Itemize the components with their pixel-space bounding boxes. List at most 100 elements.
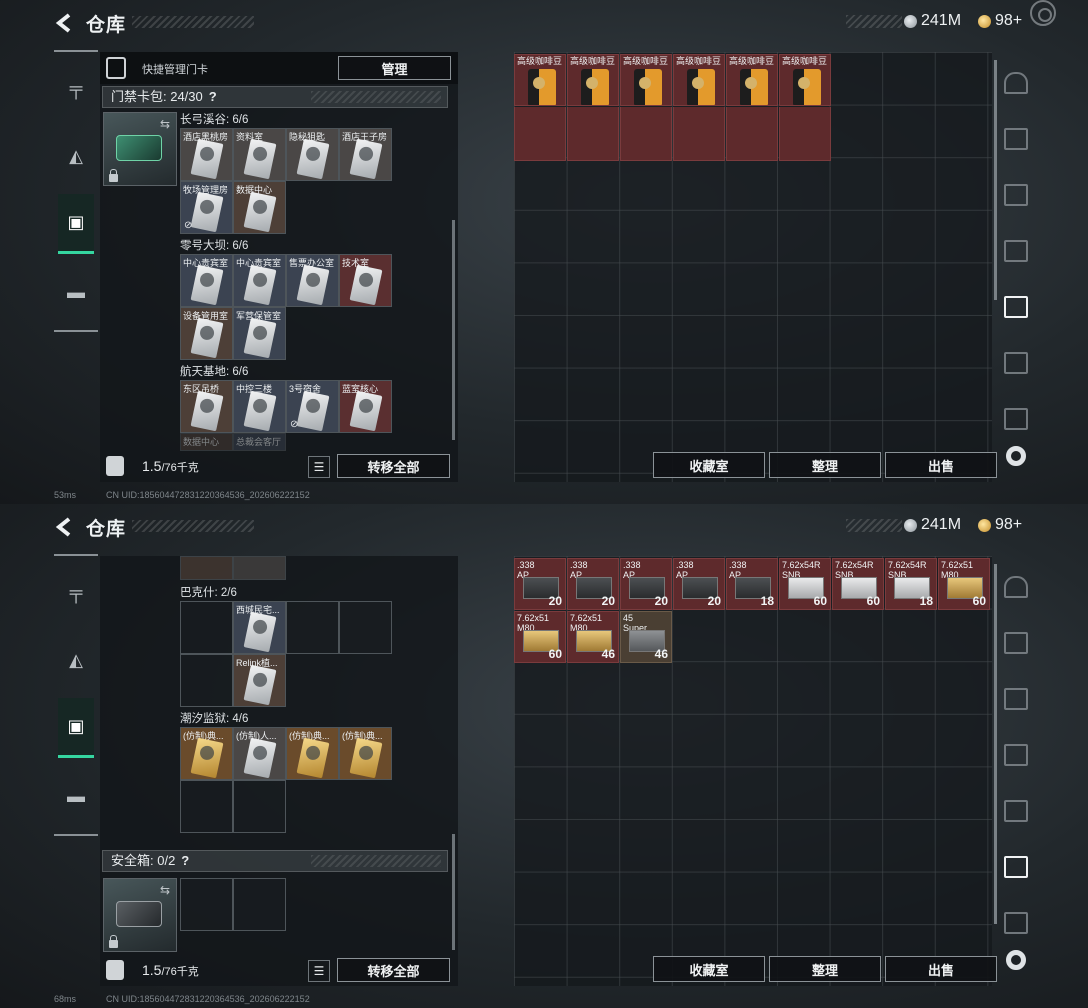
tier5-stash-icon[interactable] [1004, 296, 1028, 318]
list-view-icon[interactable]: ☰ [308, 960, 330, 982]
stash-item[interactable]: 7.62x54R SNB 18 [885, 558, 937, 610]
stash-grid[interactable]: .338 AP 20 .338 AP 20 .338 AP 20 .338 AP 20 … [514, 556, 992, 986]
gun-icon[interactable]: ╤ [58, 562, 94, 622]
keycard-slot[interactable] [180, 556, 233, 580]
stash-item[interactable]: 45 Super 46 [620, 611, 672, 663]
keycard-slot[interactable]: 设备管用室 [180, 307, 233, 360]
transfer-all-button[interactable]: 转移全部 [337, 958, 450, 982]
stash-item[interactable]: 高级咖啡豆 [620, 54, 672, 106]
swap-icon[interactable]: ⇆ [160, 117, 170, 131]
keycard-slot[interactable]: (仿制)典... [339, 727, 392, 780]
keycard-slot[interactable]: (仿制)人... [233, 727, 286, 780]
stash-item[interactable]: 高级咖啡豆 [779, 54, 831, 106]
collection-room-button[interactable]: 收藏室 [653, 452, 765, 478]
stash-item[interactable]: .338 AP 18 [726, 558, 778, 610]
tier3-stash-icon[interactable] [1004, 688, 1028, 710]
keycard-slot[interactable]: 酒店王子房 [339, 128, 392, 181]
stash-item[interactable]: .338 AP 20 [673, 558, 725, 610]
stash-item[interactable]: 7.62x51 M80 60 [514, 611, 566, 663]
settings-gear-icon[interactable] [1006, 950, 1026, 970]
helmet-icon[interactable]: ◭ [58, 630, 94, 690]
keycard-slot[interactable]: 数据中心 [233, 181, 286, 234]
keycard-slot-empty[interactable] [180, 654, 233, 707]
keycard-slot-empty[interactable] [180, 780, 233, 833]
toolbox-icon[interactable]: ▬ [58, 766, 94, 826]
left-scrollbar[interactable] [452, 834, 455, 950]
manage-button[interactable]: 管理 [338, 56, 451, 80]
keycard-slot[interactable]: (仿制)典... [180, 727, 233, 780]
sell-button[interactable]: 出售 [885, 956, 997, 982]
tier3-stash-icon[interactable] [1004, 128, 1028, 150]
stash-item[interactable]: 高级咖啡豆 [514, 54, 566, 106]
keycard-icon[interactable]: ▣ [58, 698, 94, 758]
swap-icon[interactable]: ⇆ [160, 883, 170, 897]
tier4-stash-icon[interactable] [1004, 352, 1028, 374]
tier4-stash-icon[interactable] [1004, 856, 1028, 878]
keycard-slot[interactable]: 中心贵宾室 [180, 254, 233, 307]
left-scrollbar[interactable] [452, 220, 455, 440]
list-view-icon[interactable]: ☰ [308, 456, 330, 478]
tier3-map-icon[interactable] [1004, 744, 1028, 766]
stash-item[interactable]: .338 AP 20 [514, 558, 566, 610]
keycard-bag-device[interactable]: ⇆ [103, 112, 177, 186]
home-icon[interactable] [1004, 72, 1028, 94]
keycard-slot[interactable]: 总裁会客厅 [233, 433, 286, 451]
help-icon[interactable]: ? [209, 87, 217, 107]
tier3-stash-icon[interactable] [1004, 184, 1028, 206]
stash-item[interactable]: 7.62x54R SNB 60 [779, 558, 831, 610]
helmet-icon[interactable]: ◭ [58, 126, 94, 186]
safe-box-device[interactable]: ⇆ [103, 878, 177, 952]
stash-item[interactable]: 高级咖啡豆 [567, 54, 619, 106]
gold-currency[interactable]: 98+ [978, 12, 1022, 30]
keycard-slot[interactable]: 中控三楼 [233, 380, 286, 433]
tier3-map-icon[interactable] [1004, 240, 1028, 262]
keycard-slot[interactable] [233, 556, 286, 580]
collection-room-button[interactable]: 收藏室 [653, 956, 765, 982]
back-arrow-icon[interactable] [54, 13, 76, 33]
keycard-slot[interactable]: 资料室 [233, 128, 286, 181]
gun-icon[interactable]: ╤ [58, 58, 94, 118]
keycard-slot[interactable]: 蓝室核心 [339, 380, 392, 433]
safe-box-slot[interactable] [233, 878, 286, 931]
settings-gear-icon[interactable] [1006, 446, 1026, 466]
keycard-icon[interactable]: ▣ [58, 194, 94, 254]
keycard-slot[interactable]: 西城民宅... [233, 601, 286, 654]
sort-button[interactable]: 整理 [769, 956, 881, 982]
gold-currency[interactable]: 98+ [978, 516, 1022, 534]
safe-box-header[interactable]: 安全箱: 0/2? [102, 850, 448, 872]
keycard-slot[interactable]: Relink植... [233, 654, 286, 707]
tier4-stash-icon[interactable] [1004, 912, 1028, 934]
sell-button[interactable]: 出售 [885, 452, 997, 478]
toolbox-icon[interactable]: ▬ [58, 262, 94, 322]
keycard-slot-empty[interactable] [339, 601, 392, 654]
keycard-slot[interactable]: 中心贵宾室 [233, 254, 286, 307]
sort-button[interactable]: 整理 [769, 452, 881, 478]
keycard-slot-empty[interactable] [286, 601, 339, 654]
tier4-stash-icon[interactable] [1004, 408, 1028, 430]
keycard-bag-header[interactable]: 门禁卡包: 24/30? [102, 86, 448, 108]
tier5-stash-icon[interactable] [1004, 800, 1028, 822]
keycard-slot[interactable]: (仿制)典... [286, 727, 339, 780]
safe-box-slot[interactable] [180, 878, 233, 931]
keycard-slot[interactable]: 数据中心 [180, 433, 233, 451]
keycard-slot[interactable]: 军营保管室 [233, 307, 286, 360]
stash-item[interactable]: 高级咖啡豆 [726, 54, 778, 106]
settings-gear-icon[interactable] [1030, 0, 1056, 26]
right-scrollbar[interactable] [994, 60, 997, 300]
right-scrollbar[interactable] [994, 564, 997, 924]
stash-item[interactable]: .338 AP 20 [620, 558, 672, 610]
tier3-stash-icon[interactable] [1004, 632, 1028, 654]
keycard-slot[interactable]: 酒店黑桃房 [180, 128, 233, 181]
keycard-slot[interactable]: 东区吊桥 [180, 380, 233, 433]
keycard-slot[interactable]: 3号宿舍 ⊘ [286, 380, 339, 433]
home-icon[interactable] [1004, 576, 1028, 598]
help-icon[interactable]: ? [181, 851, 189, 871]
keycard-slot[interactable]: 技术室 [339, 254, 392, 307]
keycard-slot[interactable]: 牧场管理房 ⊘ [180, 181, 233, 234]
transfer-all-button[interactable]: 转移全部 [337, 454, 450, 478]
keycard-slot-empty[interactable] [180, 601, 233, 654]
stash-grid[interactable]: 高级咖啡豆 高级咖啡豆 高级咖啡豆 高级咖啡豆 高级咖啡豆 高级咖啡豆 [514, 52, 992, 482]
keycard-slot[interactable]: 售票办公室 [286, 254, 339, 307]
stash-item[interactable]: 7.62x54R SNB 60 [832, 558, 884, 610]
stash-item[interactable]: 7.62x51 M80 46 [567, 611, 619, 663]
